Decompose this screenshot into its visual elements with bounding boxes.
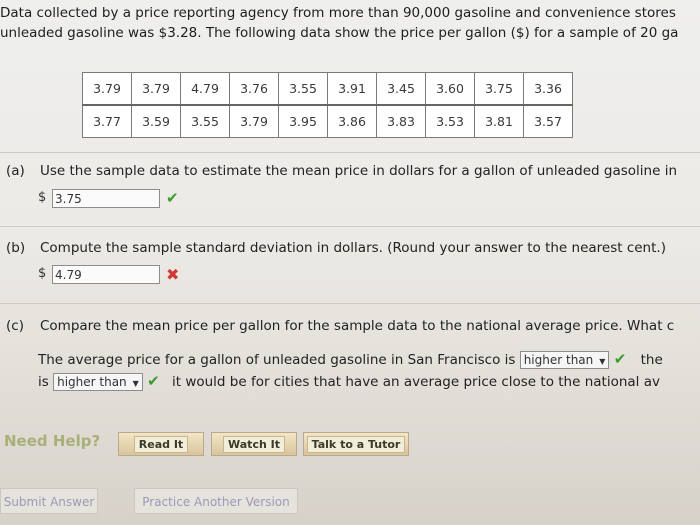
divider [0,303,700,304]
read-it-button[interactable]: Read It [118,432,204,456]
table-cell: 3.79 [229,104,279,138]
table-cell: 3.59 [131,104,181,138]
table-cell: 3.60 [425,72,475,106]
part-a-label: (a) [6,163,25,179]
table-row: 3.77 3.59 3.55 3.79 3.95 3.86 3.83 3.53 … [82,104,573,138]
table-cell: 3.36 [523,72,573,106]
sentence-text: The average price for a gallon of unlead… [38,352,516,368]
sentence-text: the [640,352,663,368]
table-cell: 3.76 [229,72,279,106]
table-cell: 3.55 [278,72,328,106]
part-b-answer-input[interactable]: 4.79 [52,265,160,284]
table-cell: 3.77 [82,104,132,138]
table-cell: 3.81 [474,104,524,138]
divider [0,226,700,227]
table-cell: 3.53 [425,104,475,138]
intro-line-2: unleaded gasoline was $3.28. The followi… [0,25,679,41]
watch-it-button[interactable]: Watch It [211,432,297,456]
part-c-sentence-1: The average price for a gallon of unlead… [38,350,663,369]
comparison-select-1[interactable]: higher than ▼ [519,351,610,369]
sentence-text: it would be for cities that have an aver… [171,374,660,390]
talk-to-tutor-button[interactable]: Talk to a Tutor [303,432,409,456]
checkmark-icon: ✔ [147,372,160,390]
table-cell: 3.83 [376,104,426,138]
table-row: 3.79 3.79 4.79 3.76 3.55 3.91 3.45 3.60 … [82,72,573,106]
table-cell: 3.57 [523,104,573,138]
submit-answer-button[interactable]: Submit Answer [0,488,98,514]
checkmark-icon: ✔ [166,189,179,207]
part-a-question: Use the sample data to estimate the mean… [40,163,678,179]
sentence-text: is [38,374,49,390]
part-a-dollar: $ [38,190,47,205]
need-help-label: Need Help? [4,432,101,450]
table-cell: 3.75 [474,72,524,106]
part-b-question: Compute the sample standard deviation in… [40,240,666,256]
part-b-label: (b) [6,240,26,256]
price-data-table: 3.79 3.79 4.79 3.76 3.55 3.91 3.45 3.60 … [82,72,573,138]
table-cell: 3.91 [327,72,377,106]
intro-line-1: Data collected by a price reporting agen… [0,5,676,21]
part-c-sentence-2: is higher than ▼ ✔ it would be for cities… [38,372,660,391]
table-cell: 4.79 [180,72,230,106]
divider [0,152,700,153]
part-c-question: Compare the mean price per gallon for th… [40,318,675,334]
table-cell: 3.55 [180,104,230,138]
table-cell: 3.86 [327,104,377,138]
dropdown-arrow-icon: ▼ [599,357,606,366]
table-cell: 3.79 [131,72,181,106]
part-a-answer-input[interactable]: 3.75 [52,189,160,208]
checkmark-icon: ✔ [613,350,627,368]
table-cell: 3.95 [278,104,328,138]
comparison-select-2[interactable]: higher than ▼ [53,373,143,391]
table-cell: 3.79 [82,72,132,106]
x-icon: ✖ [166,265,180,284]
table-cell: 3.45 [376,72,426,106]
part-c-label: (c) [6,318,24,334]
part-b-dollar: $ [38,266,47,281]
practice-another-version-button[interactable]: Practice Another Version [134,488,298,514]
dropdown-arrow-icon: ▼ [132,379,139,388]
